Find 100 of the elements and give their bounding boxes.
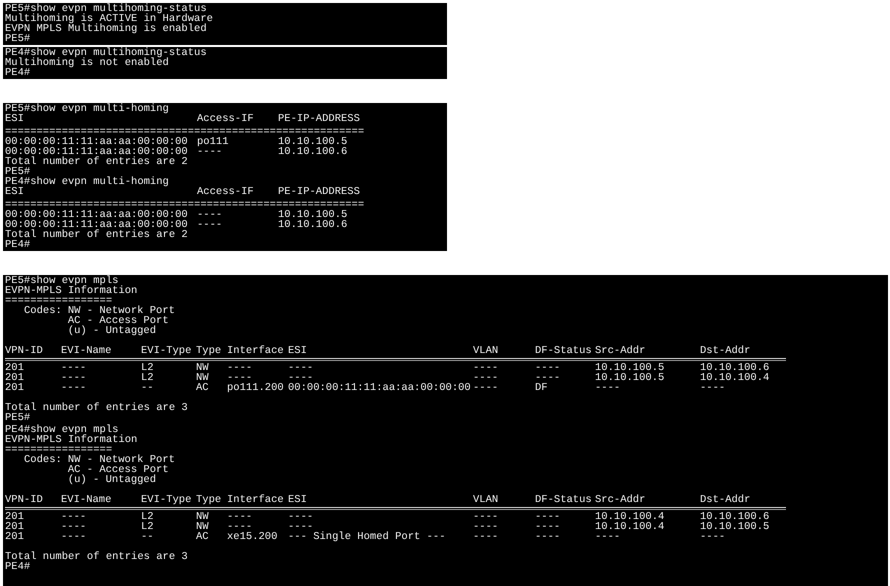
- column-header: Type: [196, 346, 222, 356]
- table-cell: 00:00:00:11:11:aa:aa:00:00:00: [5, 137, 188, 147]
- column-header: EVI-Type: [141, 495, 192, 505]
- column-header: Dst-Addr: [700, 346, 750, 356]
- column-header: Access-IF: [197, 114, 254, 124]
- code-legend: AC - Access Port: [68, 465, 169, 475]
- column-header: VLAN: [473, 495, 498, 505]
- table-cell: ----: [288, 373, 314, 383]
- prompt-line: PE5#: [5, 167, 30, 177]
- terminal-line: PE4#show evpn multihoming-status: [5, 48, 207, 58]
- terminal-line: Multihoming is not enabled: [5, 58, 169, 68]
- table-cell: ----: [288, 363, 314, 373]
- table-cell: L2: [141, 363, 154, 373]
- column-header: VLAN: [473, 346, 498, 356]
- table-cell: ----: [535, 512, 560, 522]
- table-cell: ----: [61, 363, 86, 373]
- table-cell: DF: [535, 383, 548, 393]
- table-cell: 201: [5, 373, 24, 383]
- column-header: VPN-ID: [5, 346, 43, 356]
- terminal-line: EVPN MPLS Multihoming is enabled: [5, 24, 207, 34]
- table-cell: 10.10.100.6: [278, 220, 348, 230]
- table-cell: ----: [473, 373, 498, 383]
- table-cell: 10.10.100.4: [700, 373, 770, 383]
- terminal-line: PE5#show evpn multihoming-status: [5, 4, 207, 14]
- table-cell: 201: [5, 532, 24, 542]
- column-header: DF-Status: [535, 495, 592, 505]
- table-cell: 201: [5, 383, 24, 393]
- table-cell: ----: [227, 522, 252, 532]
- column-header: EVI-Type: [141, 346, 192, 356]
- table-cell: ----: [197, 220, 222, 230]
- terminal-line: Multihoming is ACTIVE in Hardware: [5, 14, 213, 24]
- code-legend: (u) - Untagged: [68, 475, 156, 485]
- command-line: PE5#show evpn multi-homing: [5, 104, 169, 114]
- table-cell: ----: [535, 532, 560, 542]
- table-cell: ----: [700, 532, 726, 542]
- table-cell: xe15.200: [227, 532, 278, 542]
- column-header: ESI: [288, 495, 307, 505]
- table-cell: ----: [61, 522, 86, 532]
- terminal-line: PE4#: [5, 68, 30, 78]
- table-cell: 00:00:00:11:11:aa:aa:00:00:00: [288, 383, 471, 393]
- table-cell: ----: [595, 383, 620, 393]
- table-cell: ----: [227, 363, 252, 373]
- table-cell: NW: [196, 512, 209, 522]
- table-cell: 201: [5, 512, 24, 522]
- command-line: PE4#show evpn multi-homing: [5, 177, 169, 187]
- table-cell: AC: [196, 532, 209, 542]
- table-cell: ----: [473, 363, 498, 373]
- table-cell: 201: [5, 363, 24, 373]
- terminal-line: Total number of entries are 2: [5, 230, 188, 240]
- table-cell: ----: [473, 532, 498, 542]
- column-header: Access-IF: [197, 187, 254, 197]
- table-cell: ----: [473, 512, 498, 522]
- table-cell: 10.10.100.5: [595, 363, 664, 373]
- table-cell: ----: [61, 512, 86, 522]
- code-legend: NW - Network Port: [68, 455, 175, 465]
- column-header: ESI: [5, 114, 24, 124]
- table-cell: L2: [141, 512, 154, 522]
- table-cell: AC: [196, 383, 209, 393]
- table-cell: ----: [535, 373, 560, 383]
- table-cell: 10.10.100.6: [278, 147, 348, 157]
- table-cell: L2: [141, 522, 154, 532]
- table-cell: NW: [196, 363, 209, 373]
- codes-label: Codes:: [24, 306, 62, 316]
- column-header: Src-Addr: [595, 346, 646, 356]
- table-cell: 201: [5, 522, 24, 532]
- table-cell: 00:00:00:11:11:aa:aa:00:00:00: [5, 220, 188, 230]
- table-cell: 10.10.100.4: [595, 512, 664, 522]
- table-cell: 10.10.100.5: [278, 210, 348, 220]
- terminal-line: Total number of entries are 3: [5, 552, 188, 562]
- table-cell: --: [141, 383, 154, 393]
- column-header: Type: [196, 495, 222, 505]
- table-cell: ----: [473, 522, 498, 532]
- terminal-line: Total number of entries are 2: [5, 157, 188, 167]
- column-header: ESI: [5, 187, 24, 197]
- table-cell: 10.10.100.5: [700, 522, 770, 532]
- column-header: PE-IP-ADDRESS: [278, 187, 360, 197]
- separator-line: =================: [5, 445, 112, 455]
- table-cell: --- Single Homed Port ---: [288, 532, 446, 542]
- table-cell: po111.200: [227, 383, 284, 393]
- table-cell: ----: [61, 383, 86, 393]
- separator-line: =========================================================: [5, 127, 364, 137]
- table-cell: --: [141, 532, 154, 542]
- command-line: PE5#show evpn mpls: [5, 276, 118, 286]
- table-cell: NW: [196, 373, 209, 383]
- separator-line: =========================================================: [5, 200, 364, 210]
- table-cell: ----: [227, 373, 252, 383]
- column-header: Interface: [227, 346, 284, 356]
- column-header: EVI-Name: [61, 495, 112, 505]
- code-legend: (u) - Untagged: [68, 326, 156, 336]
- column-header: PE-IP-ADDRESS: [278, 114, 360, 124]
- table-cell: ----: [288, 512, 314, 522]
- code-legend: NW - Network Port: [68, 306, 175, 316]
- prompt-line: PE4#: [5, 562, 30, 572]
- column-header: Dst-Addr: [700, 495, 750, 505]
- command-line: PE4#show evpn mpls: [5, 425, 118, 435]
- table-cell: 10.10.100.5: [595, 373, 664, 383]
- table-cell: ----: [227, 512, 252, 522]
- table-cell: po111: [197, 137, 229, 147]
- terminal-line: EVPN-MPLS Information: [5, 435, 138, 445]
- column-header: VPN-ID: [5, 495, 43, 505]
